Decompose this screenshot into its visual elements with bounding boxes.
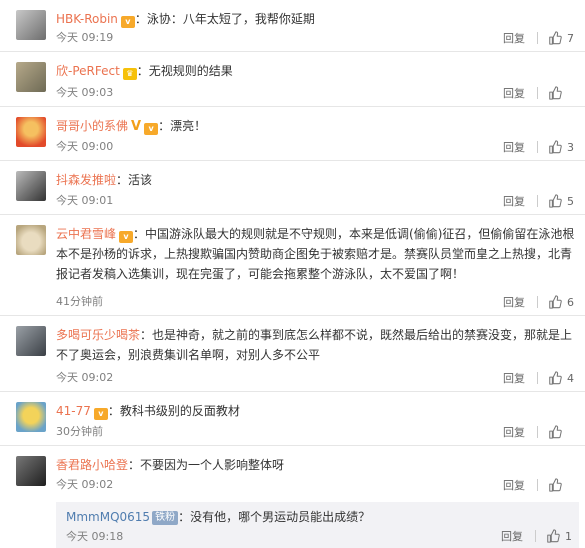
sub-reply: MmmMQ0615 铁粉 ：没有他，哪个男运动员能出成绩？ 今天 09:18 回复 … [56, 502, 579, 548]
username-link[interactable]: 哥哥小的系佛 [56, 119, 128, 133]
avatar[interactable] [16, 171, 46, 201]
comment-text: ：不要因为一个人影响整体呀 [128, 458, 285, 472]
like-button[interactable]: 4 [548, 371, 575, 385]
sub-timestamp: 今天 09:18 [66, 530, 124, 543]
vip-badge-icon: v [119, 231, 134, 243]
thumbs-up-icon [549, 194, 562, 208]
comment-item: 云中君雪峰 v ：中国游泳队最大的规则就是不守规则，本来是低调(偷偷)征召，但偷偷留… [0, 215, 585, 316]
verified-v-icon: V [131, 119, 142, 134]
comment-item: 抖森发推啦：活该 今天 09:01 回复 5 [0, 161, 585, 215]
fan-badge: 铁粉 [152, 511, 179, 525]
comment-text: ：活该 [116, 173, 153, 187]
timestamp: 今天 09:01 [56, 194, 114, 207]
divider [537, 32, 538, 44]
username-link[interactable]: 41-77 [56, 404, 91, 418]
like-count: 7 [567, 31, 574, 45]
timestamp: 今天 09:19 [56, 31, 114, 44]
vip-badge-icon: v [144, 123, 159, 135]
reply-button[interactable]: 回复 [503, 85, 525, 101]
divider [535, 530, 536, 542]
username-link[interactable]: 欣-PeRFect [56, 64, 120, 78]
like-button[interactable] [548, 425, 575, 439]
thumbs-up-icon [549, 31, 562, 45]
comment-list: HBK-Robin v ：泳协：八年太短了，我帮你延期 今天 09:19 回复 7 … [0, 0, 585, 548]
timestamp: 41分钟前 [56, 295, 103, 308]
comment-item: 41-77 v ：教科书级别的反面教材 30分钟前 回复 [0, 392, 585, 446]
thumbs-up-icon [549, 86, 562, 100]
reply-button[interactable]: 回复 [503, 294, 525, 310]
thumbs-up-icon [549, 295, 562, 309]
like-button[interactable] [548, 478, 575, 492]
avatar[interactable] [16, 456, 46, 486]
avatar[interactable] [16, 402, 46, 432]
thumbs-up-icon [549, 425, 562, 439]
timestamp: 今天 09:02 [56, 371, 114, 384]
comment-item: HBK-Robin v ：泳协：八年太短了，我帮你延期 今天 09:19 回复 7 [0, 0, 585, 52]
like-count: 6 [567, 295, 574, 309]
divider [537, 195, 538, 207]
comment-text: ：教科书级别的反面教材 [107, 404, 240, 418]
thumbs-up-icon [549, 371, 562, 385]
timestamp: 今天 09:02 [56, 478, 114, 491]
divider [537, 296, 538, 308]
sub-username-link[interactable]: MmmMQ0615 [66, 510, 150, 524]
like-button[interactable]: 5 [548, 194, 575, 208]
like-count: 3 [567, 140, 574, 154]
comment-text: ：泳协：八年太短了，我帮你延期 [134, 12, 315, 26]
comment-text: ：无视规则的结果 [136, 64, 233, 78]
username-link[interactable]: HBK-Robin [56, 12, 118, 26]
thumbs-up-icon [549, 478, 562, 492]
divider [537, 87, 538, 99]
comment-item: 哥哥小的系佛 Vv ：漂亮！ 今天 09:00 回复 3 [0, 107, 585, 161]
divider [537, 479, 538, 491]
timestamp: 30分钟前 [56, 425, 103, 438]
comment-text: ：漂亮！ [158, 119, 207, 133]
like-button[interactable] [548, 86, 575, 100]
vip-badge-icon: v [120, 16, 135, 28]
like-button[interactable]: 3 [548, 140, 575, 154]
reply-button[interactable]: 回复 [503, 477, 525, 493]
divider [537, 426, 538, 438]
comment-item: 多喝可乐少喝茶：也是神奇，就之前的事到底怎么样都不说，既然最后给出的禁赛没变，那… [0, 316, 585, 392]
like-count: 5 [567, 194, 574, 208]
thumbs-up-icon [549, 140, 562, 154]
like-count: 4 [567, 371, 574, 385]
vip-badge-icon: v [93, 408, 108, 420]
sub-reply-button[interactable]: 回复 [501, 528, 523, 544]
timestamp: 今天 09:03 [56, 86, 114, 99]
comment-item: 香君路小哈登：不要因为一个人影响整体呀 今天 09:02 回复 MmmMQ061… [0, 446, 585, 548]
reply-button[interactable]: 回复 [503, 139, 525, 155]
reply-button[interactable]: 回复 [503, 370, 525, 386]
username-link[interactable]: 多喝可乐少喝茶 [56, 328, 140, 342]
sub-comment-text: ：没有他，哪个男运动员能出成绩？ [178, 510, 371, 524]
reply-button[interactable]: 回复 [503, 30, 525, 46]
divider [537, 141, 538, 153]
avatar[interactable] [16, 225, 46, 255]
username-link[interactable]: 香君路小哈登 [56, 458, 128, 472]
divider [537, 372, 538, 384]
sub-like-button[interactable]: 1 [546, 529, 573, 543]
comment-item: 欣-PeRFect ♛ ：无视规则的结果 今天 09:03 回复 [0, 52, 585, 107]
like-button[interactable]: 6 [548, 295, 575, 309]
like-count: 1 [565, 529, 572, 543]
avatar[interactable] [16, 10, 46, 40]
reply-button[interactable]: 回复 [503, 424, 525, 440]
username-link[interactable]: 抖森发推啦 [56, 173, 116, 187]
username-link[interactable]: 云中君雪峰 [56, 227, 116, 241]
crown-badge-icon: ♛ [122, 68, 137, 80]
thumbs-up-icon [547, 529, 560, 543]
avatar[interactable] [16, 326, 46, 356]
avatar[interactable] [16, 117, 46, 147]
avatar[interactable] [16, 62, 46, 92]
comment-text: ：中国游泳队最大的规则就是不守规则，本来是低调(偷偷)征召，但偷偷留在泳池根本不… [56, 227, 575, 281]
timestamp: 今天 09:00 [56, 140, 114, 153]
like-button[interactable]: 7 [548, 31, 575, 45]
reply-button[interactable]: 回复 [503, 193, 525, 209]
